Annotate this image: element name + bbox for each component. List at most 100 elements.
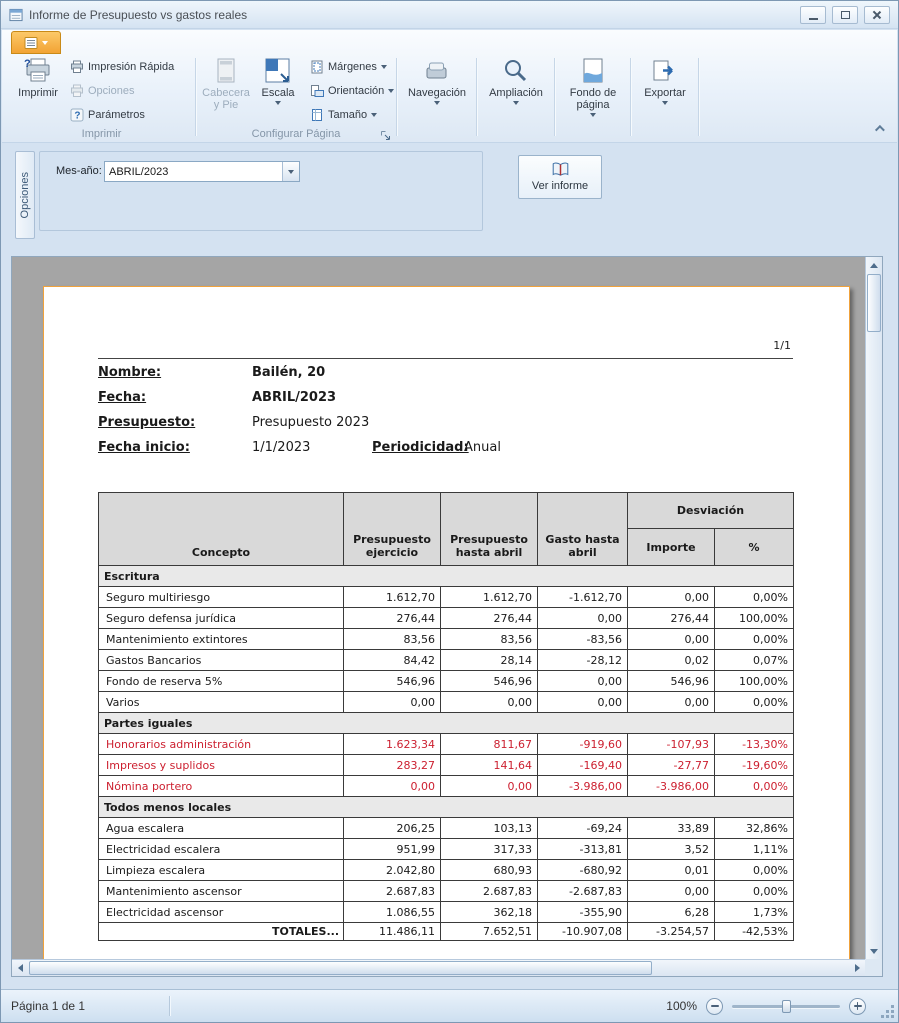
margenes-button[interactable]: Márgenes: [306, 56, 398, 77]
table-cell: -3.986,00: [628, 776, 715, 797]
options-tab-label: Opciones: [19, 172, 31, 218]
mes-ano-combobox[interactable]: [104, 161, 300, 182]
chevron-down-icon: [288, 170, 294, 174]
combo-dropdown-button[interactable]: [282, 162, 299, 181]
table-cell: -3.254,57: [628, 923, 715, 941]
parameters-icon: ?: [70, 108, 84, 122]
table-cell: 32,86%: [715, 818, 794, 839]
vertical-scrollbar[interactable]: [865, 257, 882, 959]
table-cell: 0,00%: [715, 692, 794, 713]
options-side-tab[interactable]: Opciones: [15, 151, 35, 239]
scroll-left-icon: [18, 964, 23, 972]
table-cell: 0,00: [628, 692, 715, 713]
scroll-up-button[interactable]: [866, 257, 882, 273]
table-cell: -27,77: [628, 755, 715, 776]
table-cell: 0,00: [344, 776, 441, 797]
zoom-icon: [502, 57, 530, 85]
zoom-slider-thumb[interactable]: [782, 1000, 791, 1013]
table-cell: 0,01: [628, 860, 715, 881]
col-header-porcentaje: %: [715, 529, 794, 566]
table-row: Gastos Bancarios84,4228,14-28,120,020,07…: [99, 650, 794, 671]
scroll-right-button[interactable]: [849, 960, 865, 976]
tamano-button[interactable]: Tamaño: [306, 104, 398, 125]
maximize-icon: [841, 11, 850, 19]
tamano-label: Tamaño: [328, 109, 367, 121]
vertical-scrollbar-thumb[interactable]: [867, 274, 881, 332]
table-cell: -13,30%: [715, 734, 794, 755]
horizontal-scrollbar[interactable]: [12, 959, 865, 976]
escala-button[interactable]: Escala: [254, 54, 302, 105]
table-cell: -10.907,08: [538, 923, 628, 941]
imprimir-button[interactable]: ? Imprimir: [14, 54, 62, 99]
zoom-in-button[interactable]: [849, 998, 866, 1015]
report-table: Concepto Presupuesto ejercicio Presupues…: [98, 492, 794, 941]
exportar-button[interactable]: Exportar: [636, 54, 694, 105]
fondo-de-pagina-label: Fondo de página: [563, 87, 623, 111]
table-cell: 276,44: [628, 608, 715, 629]
group-caption-configurar-pagina: Configurar Página: [198, 128, 394, 140]
table-cell: 100,00%: [715, 671, 794, 692]
zoom-slider[interactable]: [732, 998, 840, 1015]
table-cell: 0,00: [344, 692, 441, 713]
table-cell: 0,02: [628, 650, 715, 671]
table-cell: 11.486,11: [344, 923, 441, 941]
field-value: ABRIL/2023: [252, 390, 336, 405]
table-cell: 2.687,83: [344, 881, 441, 902]
scroll-down-button[interactable]: [866, 943, 882, 959]
fondo-de-pagina-button[interactable]: Fondo de página: [561, 54, 625, 117]
header-rule: [98, 358, 793, 359]
field-row-presupuesto: Presupuesto: Presupuesto 2023: [98, 415, 793, 435]
table-cell: 0,00: [628, 587, 715, 608]
mes-ano-input[interactable]: [105, 162, 282, 181]
table-cell: -83,56: [538, 629, 628, 650]
printer-icon: ?: [24, 57, 52, 85]
col-header-presupuesto-ejercicio: Presupuesto ejercicio: [344, 493, 441, 566]
table-cell: 103,13: [441, 818, 538, 839]
app-window: Informe de Presupuesto vs gastos reales: [0, 0, 899, 1023]
preview-panel: 1/1 Nombre: Bailén, 20 Fecha: ABRIL/2023…: [11, 256, 883, 977]
navegacion-button[interactable]: Navegación: [402, 54, 472, 105]
table-cell: 0,00%: [715, 776, 794, 797]
orientacion-button[interactable]: Orientación: [306, 80, 398, 101]
parametros-button[interactable]: ? Parámetros: [66, 104, 178, 125]
table-cell: Seguro multiriesgo: [99, 587, 344, 608]
ribbon-collapse-button[interactable]: [869, 121, 887, 136]
table-cell: -19,60%: [715, 755, 794, 776]
ampliacion-button[interactable]: Ampliación: [482, 54, 550, 105]
maximize-button[interactable]: [832, 6, 858, 24]
ribbon-group-fondo-de-pagina: Fondo de página: [558, 54, 628, 142]
table-cell: 0,00%: [715, 587, 794, 608]
table-row: Varios0,000,000,000,000,00%: [99, 692, 794, 713]
scrollbar-corner: [865, 959, 882, 976]
zoom-out-button[interactable]: [706, 998, 723, 1015]
scale-icon: [264, 57, 292, 85]
impresion-rapida-label: Impresión Rápida: [88, 61, 174, 73]
resize-grip[interactable]: [881, 1005, 894, 1018]
parametros-label: Parámetros: [88, 109, 145, 121]
options-row: Opciones Mes-año: Ver informe: [1, 143, 898, 256]
col-header-concepto: Concepto: [99, 493, 344, 566]
report-page-content: 1/1 Nombre: Bailén, 20 Fecha: ABRIL/2023…: [98, 287, 793, 959]
ribbon-separator: [698, 58, 699, 136]
impresion-rapida-button[interactable]: Impresión Rápida: [66, 56, 178, 77]
cabecera-y-pie-button: Cabecera y Pie: [202, 54, 250, 111]
table-cell: 1,11%: [715, 839, 794, 860]
dialog-launcher-icon[interactable]: [380, 128, 391, 139]
escala-label: Escala: [261, 87, 294, 99]
navegacion-label: Navegación: [408, 87, 466, 99]
page-count-label: Página 1 de 1: [11, 999, 85, 1013]
ribbon-group-navegacion: Navegación: [400, 54, 474, 142]
scroll-left-button[interactable]: [12, 960, 28, 976]
table-cell: 0,07%: [715, 650, 794, 671]
close-button[interactable]: [864, 6, 890, 24]
page-indicator: 1/1: [773, 339, 791, 352]
field-row-fecha: Fecha: ABRIL/2023: [98, 390, 793, 410]
horizontal-scrollbar-thumb[interactable]: [29, 961, 652, 975]
table-cell: -28,12: [538, 650, 628, 671]
minimize-button[interactable]: [800, 6, 826, 24]
preview-canvas[interactable]: 1/1 Nombre: Bailén, 20 Fecha: ABRIL/2023…: [12, 257, 865, 959]
app-menu-button[interactable]: [11, 31, 61, 54]
ver-informe-button[interactable]: Ver informe: [518, 155, 602, 199]
table-cell: 0,00: [628, 629, 715, 650]
field-row-nombre: Nombre: Bailén, 20: [98, 365, 793, 385]
